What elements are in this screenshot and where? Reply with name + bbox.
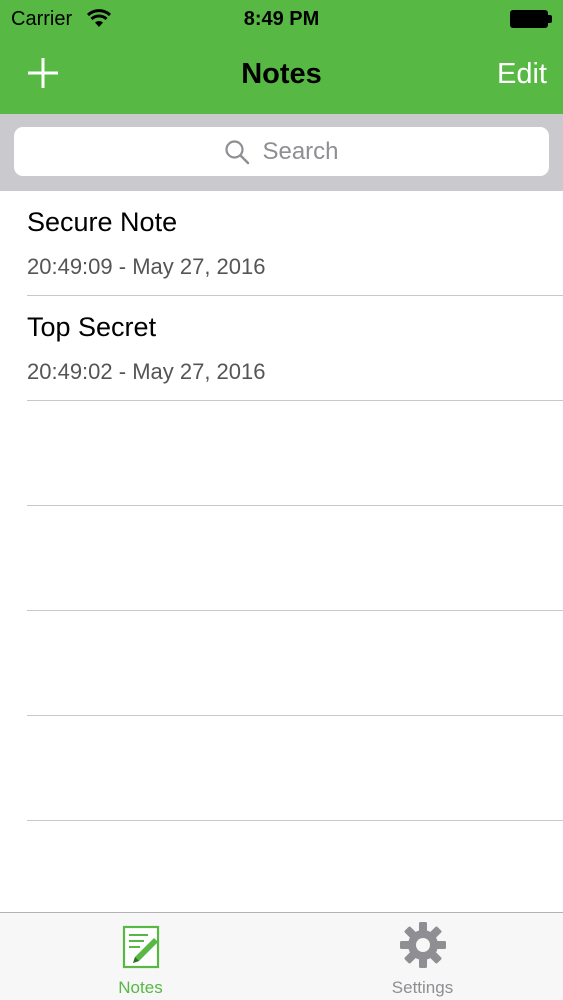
- tab-settings-label: Settings: [391, 978, 454, 997]
- row-separator: [27, 820, 563, 821]
- empty-row: [0, 401, 563, 506]
- search-bar-container: Search: [0, 114, 563, 191]
- empty-row: [0, 506, 563, 611]
- note-row[interactable]: Secure Note 20:49:09 - May 27, 2016: [0, 191, 563, 296]
- search-placeholder: Search: [262, 137, 339, 165]
- navigation-bar: Notes Edit: [0, 38, 563, 114]
- empty-row: [0, 611, 563, 716]
- app-header: Carrier 8:49 PM Notes Edit: [0, 0, 563, 114]
- edit-button[interactable]: Edit: [497, 58, 547, 91]
- note-row[interactable]: Top Secret 20:49:02 - May 27, 2016: [0, 296, 563, 401]
- note-title: Top Secret: [27, 312, 157, 342]
- tab-notes[interactable]: Notes: [0, 913, 281, 1000]
- battery-icon: [510, 10, 552, 28]
- note-timestamp: 20:49:09 - May 27, 2016: [27, 254, 266, 279]
- status-bar: Carrier 8:49 PM: [0, 0, 563, 38]
- page-title: Notes: [241, 58, 322, 90]
- search-input[interactable]: Search: [14, 127, 549, 176]
- gear-icon: [399, 922, 446, 968]
- status-time: 8:49 PM: [243, 8, 320, 30]
- note-pencil-icon: [122, 925, 159, 969]
- tab-bar: Notes Settings: [0, 912, 563, 1000]
- search-icon: [225, 139, 250, 164]
- tab-notes-label: Notes: [118, 978, 163, 997]
- tab-settings[interactable]: Settings: [282, 913, 563, 1000]
- note-timestamp: 20:49:02 - May 27, 2016: [27, 359, 266, 384]
- notes-list: Secure Note 20:49:09 - May 27, 2016 Top …: [0, 191, 563, 821]
- empty-row: [0, 716, 563, 821]
- note-title: Secure Note: [27, 207, 178, 237]
